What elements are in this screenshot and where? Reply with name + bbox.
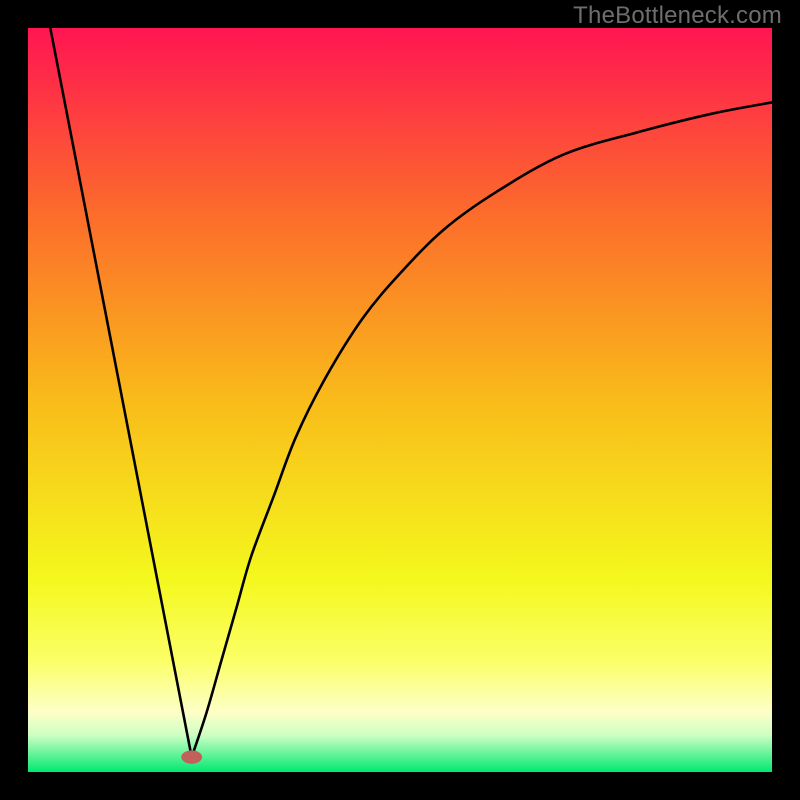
plot-background: [28, 28, 772, 772]
watermark-text: TheBottleneck.com: [573, 2, 782, 30]
bottleneck-chart: [28, 28, 772, 772]
chart-frame: TheBottleneck.com: [0, 0, 800, 800]
vertex-marker: [181, 750, 202, 763]
